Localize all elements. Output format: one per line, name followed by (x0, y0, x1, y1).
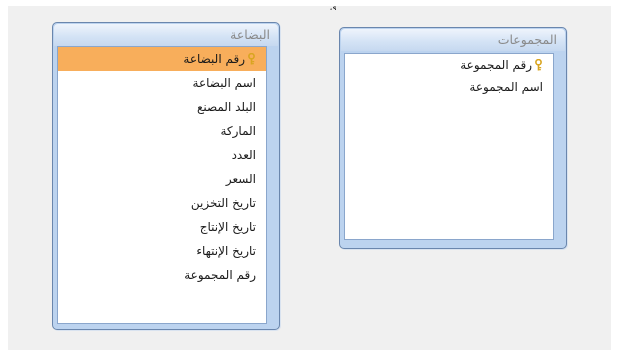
field-label: رقم البضاعة (183, 52, 245, 66)
field-label: اسم المجموعة (469, 80, 543, 94)
field-row-products[interactable]: رقم البضاعة (58, 47, 266, 71)
field-label: السعر (225, 172, 256, 186)
field-row-products[interactable]: تاريخ الإنتاج (58, 215, 266, 239)
field-label: رقم المجموعة (184, 268, 256, 282)
field-row-products[interactable]: تاريخ الإنتهاء (58, 239, 266, 263)
relationships-canvas: ي البضاعة رقم البضاعة اسم البضاعة البلد ال… (8, 6, 611, 350)
key-icon (534, 59, 543, 71)
field-row-groups[interactable]: رقم المجموعة (345, 54, 553, 76)
table-title-products[interactable]: البضاعة (54, 24, 278, 46)
table-window-groups[interactable]: المجموعات رقم المجموعة اسم المجموعة (339, 27, 567, 249)
field-row-products[interactable]: تاريخ التخزين (58, 191, 266, 215)
field-list-groups: رقم المجموعة اسم المجموعة (344, 53, 554, 240)
field-row-products[interactable]: اسم البضاعة (58, 71, 266, 95)
field-row-products[interactable]: السعر (58, 167, 266, 191)
field-label: تاريخ الإنتهاء (196, 244, 256, 258)
field-label: العدد (231, 148, 256, 162)
field-row-products[interactable]: البلد المصنع (58, 95, 266, 119)
field-list-products: رقم البضاعة اسم البضاعة البلد المصنع المارك… (57, 46, 267, 324)
field-label: اسم البضاعة (192, 76, 256, 90)
table-window-products[interactable]: البضاعة رقم البضاعة اسم البضاعة البلد المص… (52, 22, 280, 330)
field-label: الماركة (220, 124, 256, 138)
table-title-groups[interactable]: المجموعات (341, 29, 565, 51)
key-icon (247, 53, 256, 65)
field-label: تاريخ التخزين (190, 196, 256, 210)
field-row-groups[interactable]: اسم المجموعة (345, 76, 553, 98)
field-label: رقم المجموعة (460, 58, 532, 72)
field-label: البلد المصنع (196, 100, 256, 114)
field-row-products[interactable]: العدد (58, 143, 266, 167)
field-row-products[interactable]: الماركة (58, 119, 266, 143)
field-row-products[interactable]: رقم المجموعة (58, 263, 266, 287)
partial-text-fragment: ي (330, 6, 336, 10)
field-label: تاريخ الإنتاج (199, 220, 256, 234)
